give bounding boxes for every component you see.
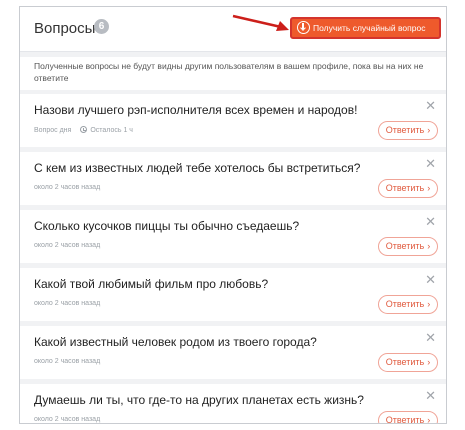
question-card: Какой твой любимый фильм про любовь? окол…: [20, 268, 446, 321]
answer-button-label: Ответить: [385, 357, 425, 367]
question-card: Думаешь ли ты, что где-то на других план…: [20, 384, 446, 424]
question-date: около 2 часов назад: [34, 416, 101, 423]
time-left-text: Осталось 1 ч: [90, 127, 133, 134]
close-icon[interactable]: ✕: [425, 99, 436, 112]
question-meta: около 2 часов назад: [34, 416, 100, 423]
panel-header: Вопросы 6 Получить случайный вопрос: [20, 7, 446, 52]
question-card: Какой известный человек родом из твоего …: [20, 326, 446, 379]
answer-button-label: Ответить: [385, 183, 425, 193]
close-icon[interactable]: ✕: [425, 157, 436, 170]
chevron-right-icon: ›: [427, 357, 431, 367]
questions-count-badge: 6: [94, 19, 109, 34]
question-meta: около 2 часов назад: [34, 300, 100, 307]
close-icon[interactable]: ✕: [425, 215, 436, 228]
question-text: С кем из известных людей тебе хотелось б…: [34, 161, 361, 175]
question-text: Какой известный человек родом из твоего …: [34, 335, 317, 349]
answer-button-label: Ответить: [385, 299, 425, 309]
chevron-right-icon: ›: [427, 183, 431, 193]
question-meta: Вопрос дня Осталось 1 ч: [34, 126, 133, 134]
question-date: Вопрос дня: [34, 127, 72, 134]
answer-button-label: Ответить: [385, 125, 425, 135]
page-title: Вопросы: [34, 20, 96, 37]
answer-button[interactable]: Ответить ›: [378, 295, 438, 314]
download-circle-icon: [297, 21, 310, 34]
clock-icon: [80, 126, 88, 133]
answer-button-label: Ответить: [385, 241, 425, 251]
questions-panel: Вопросы 6 Получить случайный вопрос Полу…: [19, 6, 447, 424]
get-random-question-button[interactable]: Получить случайный вопрос: [290, 17, 441, 39]
question-date: около 2 часов назад: [34, 242, 101, 249]
question-date: около 2 часов назад: [34, 300, 101, 307]
question-date: около 2 часов назад: [34, 184, 101, 191]
question-meta: около 2 часов назад: [34, 358, 100, 365]
question-meta: около 2 часов назад: [34, 184, 100, 191]
answer-button[interactable]: Ответить ›: [378, 411, 438, 424]
question-meta: около 2 часов назад: [34, 242, 100, 249]
chevron-right-icon: ›: [427, 299, 431, 309]
answer-button[interactable]: Ответить ›: [378, 237, 438, 256]
question-text: Думаешь ли ты, что где-то на других план…: [34, 393, 364, 407]
time-left: Осталось 1 ч: [80, 126, 133, 134]
get-random-question-label: Получить случайный вопрос: [313, 23, 426, 33]
answer-button[interactable]: Ответить ›: [378, 179, 438, 198]
chevron-right-icon: ›: [427, 241, 431, 251]
answer-button[interactable]: Ответить ›: [378, 353, 438, 372]
chevron-right-icon: ›: [427, 415, 431, 424]
question-card: Сколько кусочков пиццы ты обычно съедаеш…: [20, 210, 446, 263]
chevron-right-icon: ›: [427, 125, 431, 135]
question-card: Назови лучшего рэп-исполнителя всех врем…: [20, 94, 446, 147]
answer-button[interactable]: Ответить ›: [378, 121, 438, 140]
close-icon[interactable]: ✕: [425, 389, 436, 402]
question-date: около 2 часов назад: [34, 358, 101, 365]
privacy-notice: Полученные вопросы не будут видны другим…: [20, 57, 446, 90]
answer-button-label: Ответить: [385, 415, 425, 424]
arrow-pointer-icon: [232, 14, 289, 31]
question-text: Какой твой любимый фильм про любовь?: [34, 277, 269, 291]
question-card: С кем из известных людей тебе хотелось б…: [20, 152, 446, 205]
close-icon[interactable]: ✕: [425, 331, 436, 344]
close-icon[interactable]: ✕: [425, 273, 436, 286]
question-text: Назови лучшего рэп-исполнителя всех врем…: [34, 103, 358, 117]
question-text: Сколько кусочков пиццы ты обычно съедаеш…: [34, 219, 300, 233]
